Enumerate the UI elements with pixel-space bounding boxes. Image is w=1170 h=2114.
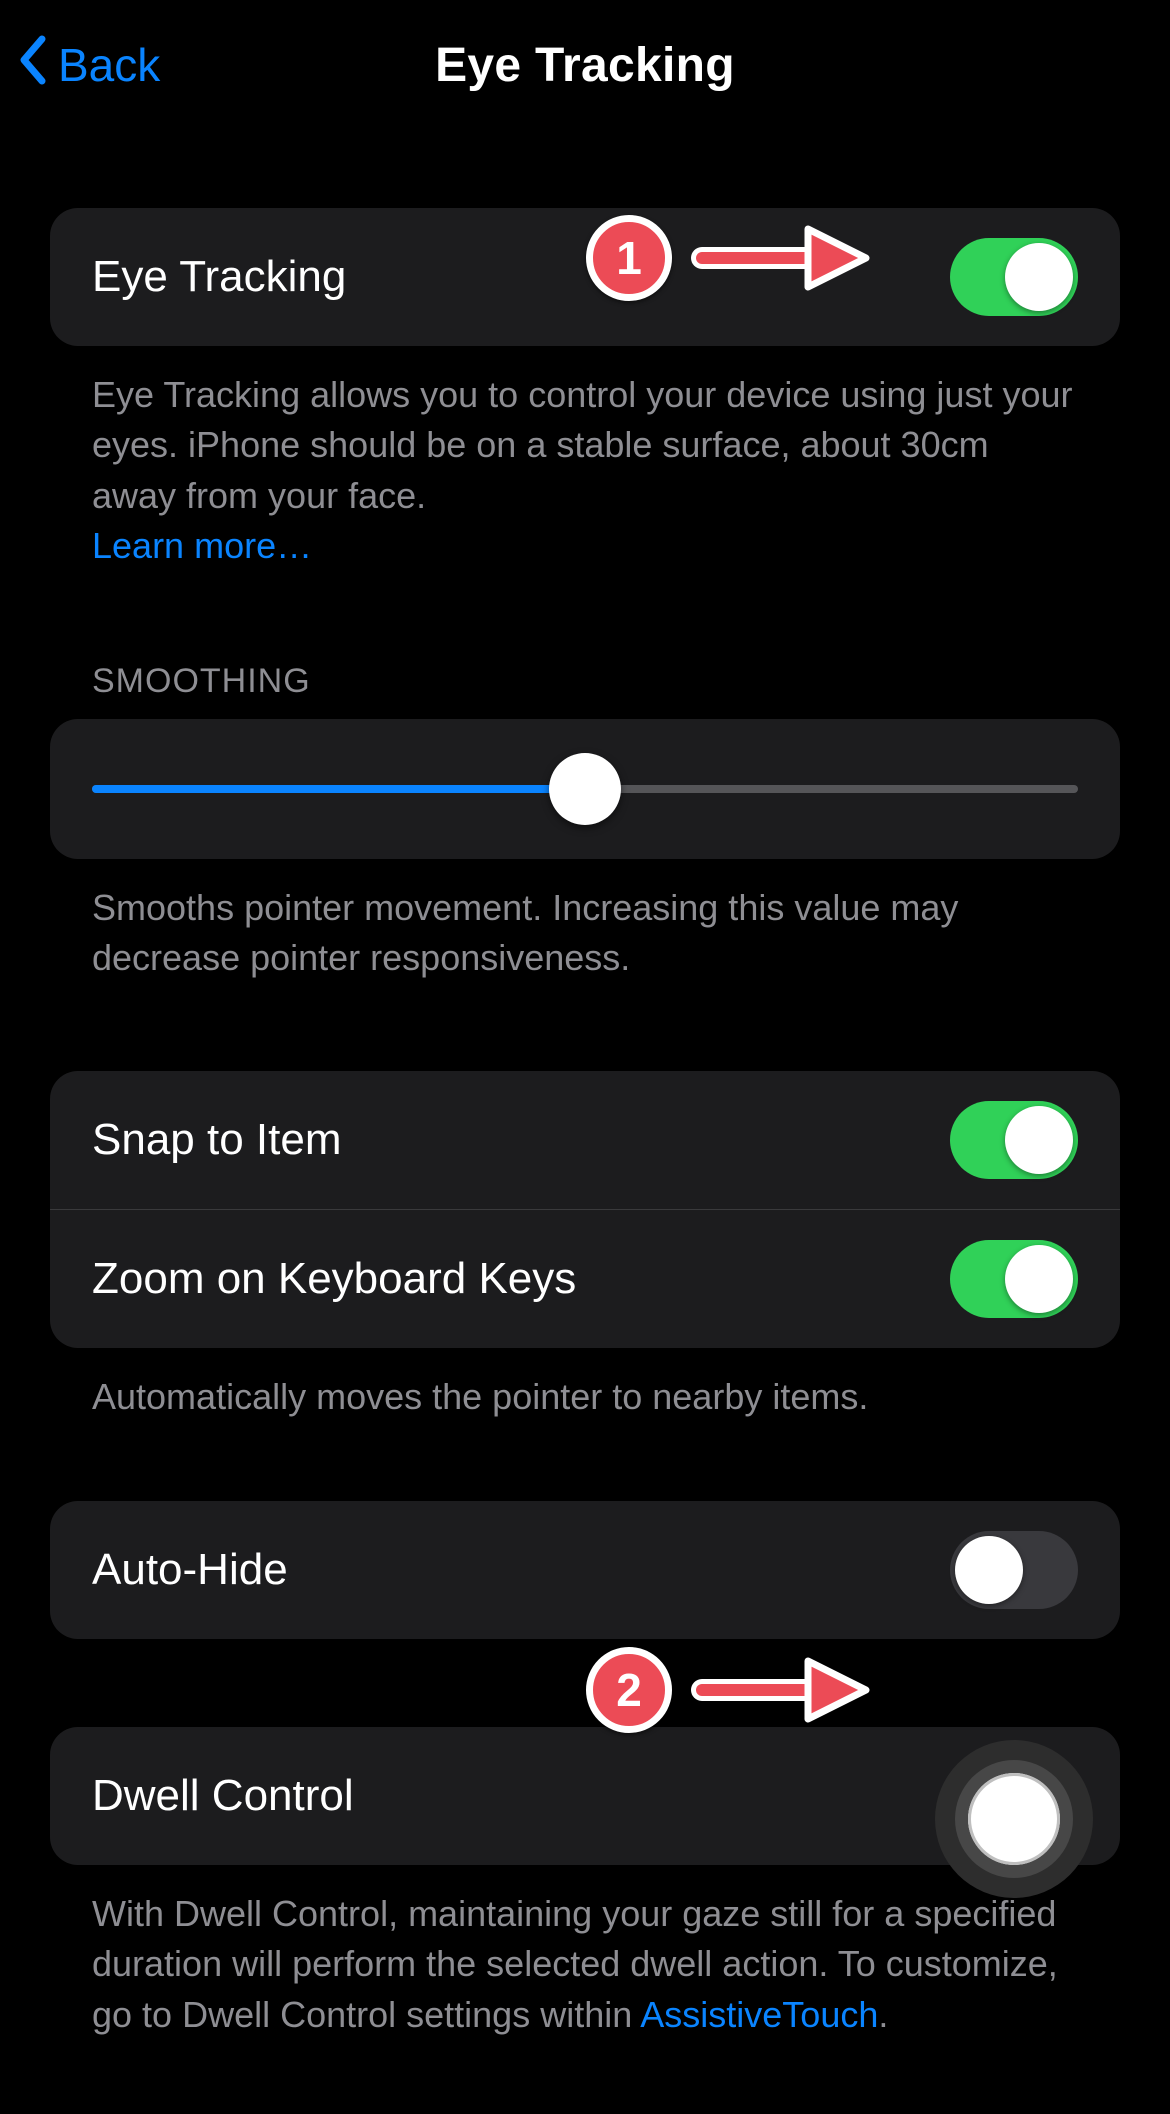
chevron-left-icon <box>18 35 48 96</box>
dwell-control-label: Dwell Control <box>92 1771 354 1821</box>
snap-footer: Automatically moves the pointer to nearb… <box>92 1372 1078 1422</box>
assistivetouch-link[interactable]: AssistiveTouch <box>640 1994 878 2035</box>
auto-hide-label: Auto-Hide <box>92 1545 288 1595</box>
auto-hide-toggle[interactable] <box>950 1531 1078 1609</box>
assistivetouch-nub[interactable] <box>935 1740 1093 1898</box>
smoothing-header: SMOOTHING <box>92 662 1120 701</box>
dwell-footer: With Dwell Control, maintaining your gaz… <box>92 1889 1078 2040</box>
eye-tracking-footer: Eye Tracking allows you to control your … <box>92 370 1078 572</box>
eye-tracking-footer-text: Eye Tracking allows you to control your … <box>92 374 1072 516</box>
snap-to-item-toggle[interactable] <box>950 1101 1078 1179</box>
dwell-footer-before: With Dwell Control, maintaining your gaz… <box>92 1893 1058 2035</box>
zoom-keyboard-label: Zoom on Keyboard Keys <box>92 1254 576 1304</box>
zoom-keyboard-row: Zoom on Keyboard Keys <box>50 1209 1120 1348</box>
eye-tracking-row: Eye Tracking <box>50 208 1120 346</box>
smoothing-slider[interactable] <box>92 759 1078 819</box>
learn-more-link[interactable]: Learn more… <box>92 525 312 566</box>
page-title: Eye Tracking <box>435 38 735 93</box>
smoothing-footer: Smooths pointer movement. Increasing thi… <box>92 883 1078 984</box>
back-label: Back <box>58 38 160 92</box>
snap-to-item-label: Snap to Item <box>92 1115 341 1165</box>
eye-tracking-label: Eye Tracking <box>92 252 346 302</box>
back-button[interactable]: Back <box>18 0 160 130</box>
smoothing-slider-row <box>50 719 1120 859</box>
zoom-keyboard-toggle[interactable] <box>950 1240 1078 1318</box>
auto-hide-row: Auto-Hide <box>50 1501 1120 1639</box>
eye-tracking-toggle[interactable] <box>950 238 1078 316</box>
snap-to-item-row: Snap to Item <box>50 1071 1120 1209</box>
dwell-footer-after: . <box>878 1994 888 2035</box>
